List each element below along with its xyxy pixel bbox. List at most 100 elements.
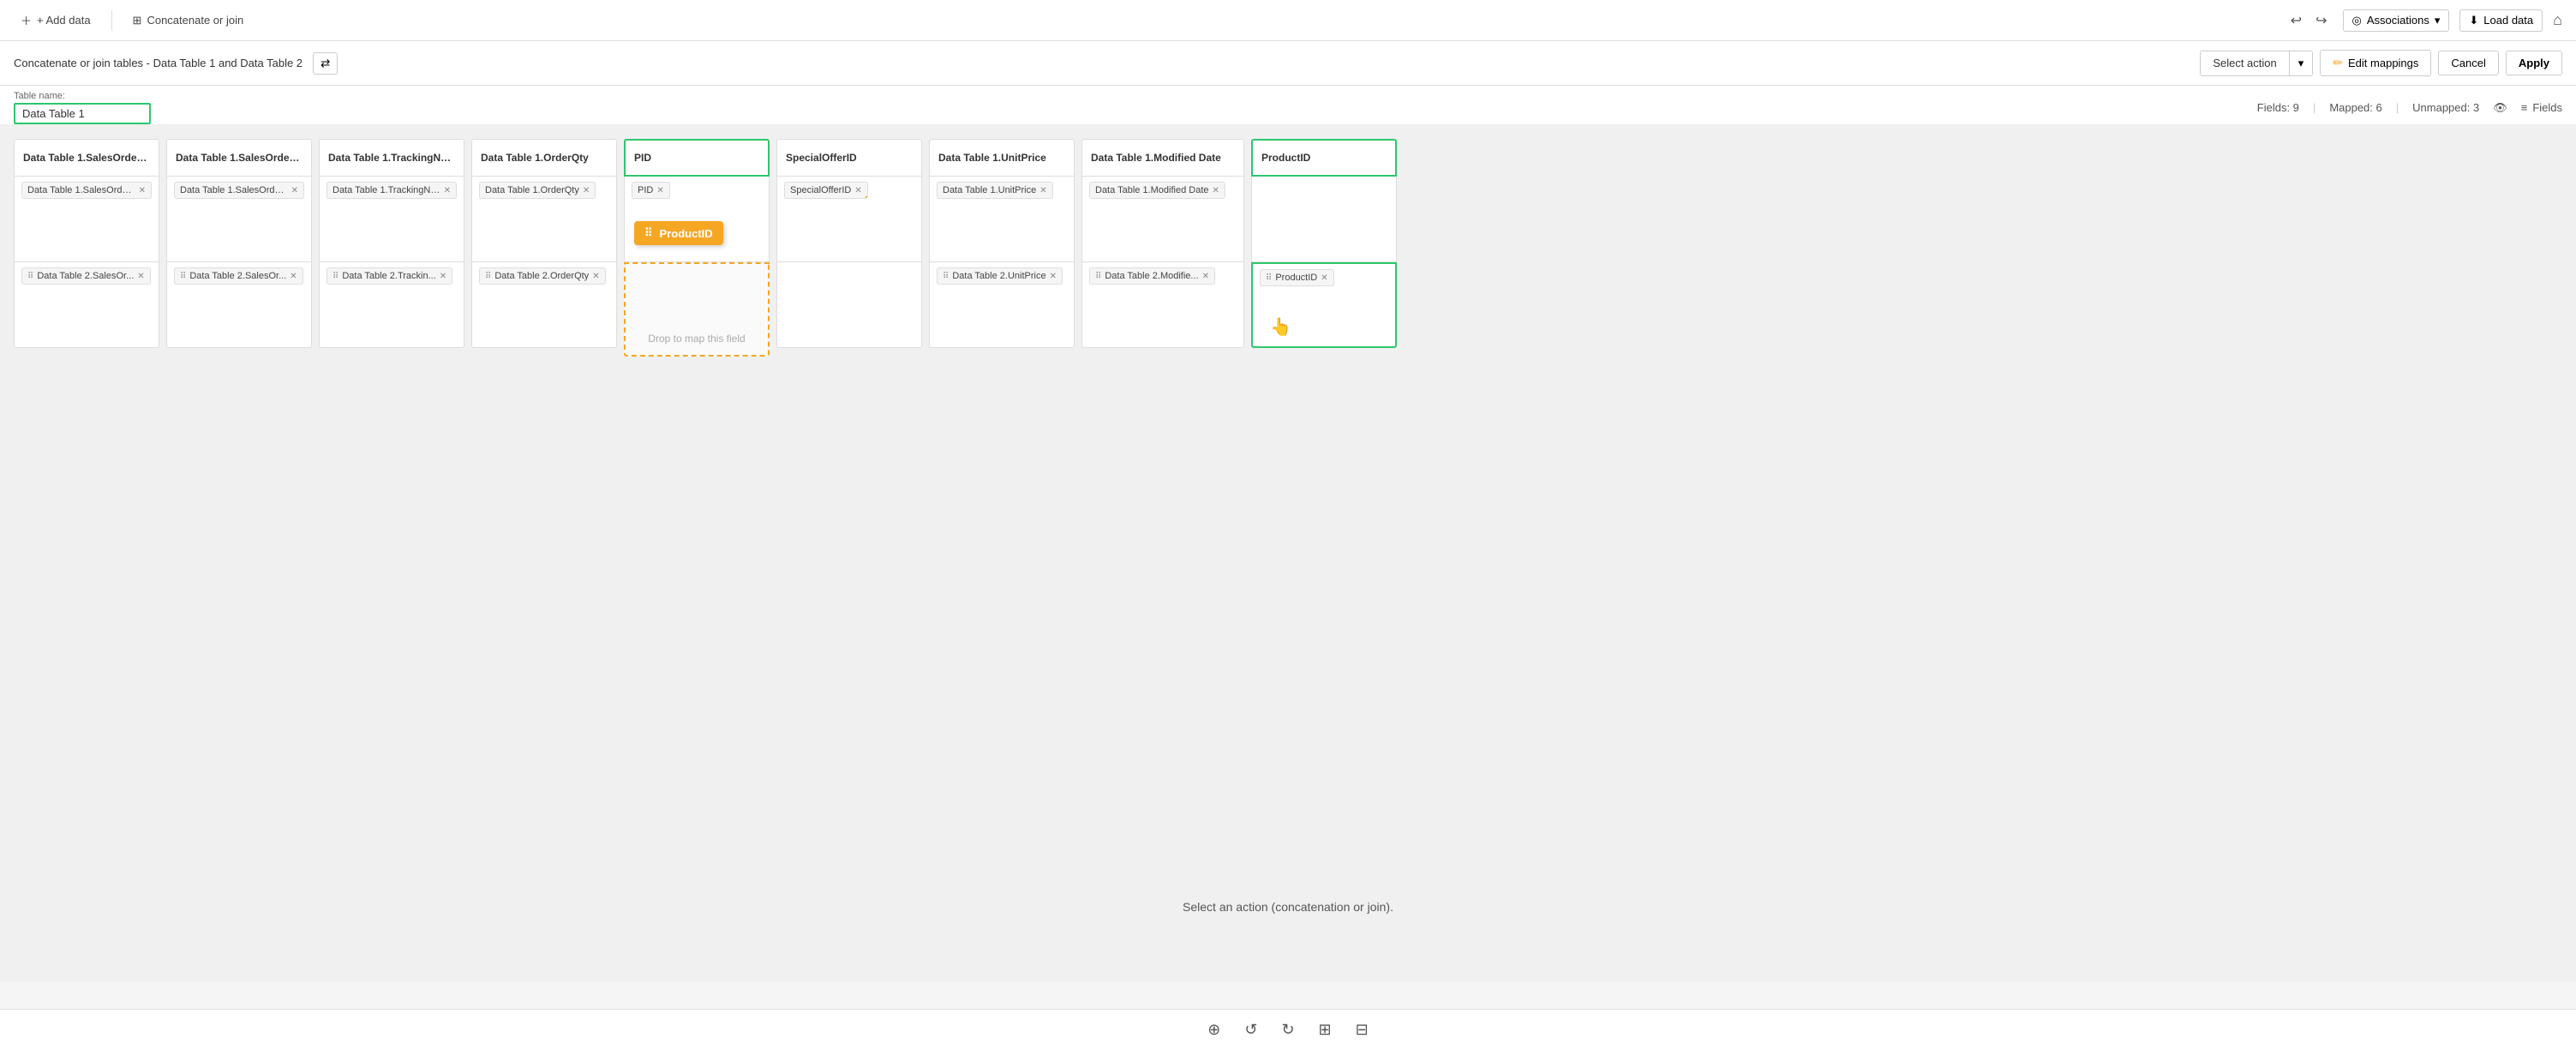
apply-button[interactable]: Apply (2506, 51, 2562, 75)
field-column-specialofferid: SpecialOfferID SpecialOfferID ✕ 👆 (776, 139, 922, 969)
drag-icon: ⠿ (1266, 273, 1272, 283)
concat-icon: ⊞ (133, 14, 142, 27)
row2-cell-trackingnumber: ⠿ Data Table 2.Trackin... ✕ (319, 262, 464, 348)
remove-tag-icon[interactable]: ✕ (1039, 186, 1046, 195)
tag-dt1-orderqty: Data Table 1.OrderQty ✕ (479, 182, 596, 199)
concat-join-label: Concatenate or join (147, 14, 243, 27)
fields-count: Fields: 9 (2257, 101, 2299, 114)
home-button[interactable]: ⌂ (2553, 11, 2562, 29)
row1-cell-trackingnumber: Data Table 1.TrackingNu... ✕ (319, 177, 464, 262)
bottom-minus-button[interactable]: ⊟ (1352, 1017, 1372, 1042)
field-column-salesorderid: Data Table 1.SalesOrderID Data Table 1.S… (14, 139, 159, 969)
undo-button[interactable]: ↩ (2285, 9, 2307, 33)
field-column-pid: PID PID ✕ ⠿ ProductID Drop to map this f… (624, 139, 770, 969)
field-column-productid: ProductID ⠿ ProductID ✕ 👆 (1251, 139, 1397, 969)
col-header-pid: PID (624, 139, 770, 177)
col-header-unitprice: Data Table 1.UnitPrice (929, 139, 1075, 177)
view-toggle-button[interactable]: 👁 (2493, 101, 2507, 115)
tag-dt2-salesorderdetailid: ⠿ Data Table 2.SalesOr... ✕ (174, 267, 303, 285)
col-header-text: SpecialOfferID (786, 152, 913, 164)
swap-icon: ⇄ (321, 57, 330, 69)
bottom-undo-button[interactable]: ↺ (1241, 1017, 1261, 1042)
undo-redo-group: ↩ ↪ (2285, 9, 2333, 33)
remove-tag-icon[interactable]: ✕ (583, 186, 590, 195)
col-header-text: ProductID (1261, 152, 1387, 164)
remove-tag-icon[interactable]: ✕ (440, 272, 446, 281)
remove-tag-icon[interactable]: ✕ (656, 186, 663, 195)
select-action-arrow[interactable]: ▾ (2289, 51, 2313, 75)
top-toolbar: ＋ + Add data ⊞ Concatenate or join ↩ ↪ ◎… (0, 0, 2576, 41)
fields-label: Fields (2532, 101, 2562, 114)
toolbar-right: ↩ ↪ ◎ Associations ▾ ⬇ Load data ⌂ (2285, 9, 2562, 33)
remove-tag-icon[interactable]: ✕ (444, 186, 451, 195)
drag-icon: ⠿ (180, 272, 186, 281)
tag-specialofferid: SpecialOfferID ✕ 👆 (784, 182, 868, 199)
row2-cell-unitprice: ⠿ Data Table 2.UnitPrice ✕ (929, 262, 1075, 348)
remove-tag-icon[interactable]: ✕ (291, 186, 298, 195)
bottom-redo-button[interactable]: ↻ (1278, 1017, 1297, 1042)
row2-cell-salesorderdetailid: ⠿ Data Table 2.SalesOr... ✕ (166, 262, 312, 348)
select-action-label: Select action (2201, 51, 2288, 75)
remove-tag-icon[interactable]: ✕ (290, 272, 297, 281)
col-header-text: Data Table 1.TrackingNumber (328, 152, 455, 164)
associations-button[interactable]: ◎ Associations ▾ (2343, 9, 2450, 32)
fields-view-button[interactable]: ≡ Fields (2521, 101, 2562, 114)
remove-tag-icon[interactable]: ✕ (139, 186, 146, 195)
row1-cell-modifieddate: Data Table 1.Modified Date ✕ (1081, 177, 1244, 262)
edit-mappings-button[interactable]: ✏ Edit mappings (2320, 50, 2431, 76)
header-bar: Concatenate or join tables - Data Table … (0, 41, 2576, 86)
row1-cell-salesorderdetailid: Data Table 1.SalesOrder... ✕ (166, 177, 312, 262)
tag-pid: PID ✕ (632, 182, 670, 199)
tag-dt2-trackingnumber: ⠿ Data Table 2.Trackin... ✕ (326, 267, 452, 285)
col-header-trackingnumber: Data Table 1.TrackingNumber (319, 139, 464, 177)
associations-label: Associations (2367, 14, 2429, 27)
col-header-productid: ProductID (1251, 139, 1397, 177)
table-name-label: Table name: (14, 91, 151, 101)
tag-dt1-modifieddate: Data Table 1.Modified Date ✕ (1089, 182, 1225, 199)
tag-productid: ⠿ ProductID ✕ (1260, 269, 1334, 286)
add-data-label: + Add data (37, 14, 91, 27)
col-header-text: PID (634, 152, 759, 164)
bottom-grid-button[interactable]: ⊞ (1315, 1017, 1335, 1042)
concat-join-button[interactable]: ⊞ Concatenate or join (126, 10, 251, 31)
load-data-button[interactable]: ⬇ Load data (2459, 9, 2543, 32)
row2-cell-salesorderid: ⠿ Data Table 2.SalesOr... ✕ (14, 262, 159, 348)
header-actions: Select action ▾ ✏ Edit mappings Cancel A… (2200, 50, 2562, 76)
col-header-salesorderid: Data Table 1.SalesOrderID (14, 139, 159, 177)
cancel-button[interactable]: Cancel (2438, 51, 2498, 75)
swap-button[interactable]: ⇄ (313, 52, 338, 75)
remove-tag-icon[interactable]: ✕ (1202, 272, 1209, 281)
drag-icon: ⠿ (27, 272, 33, 281)
drop-zone-text: Drop to map this field (648, 333, 745, 345)
load-data-label: Load data (2483, 14, 2533, 27)
cursor-pointer-icon: 👆 (863, 188, 867, 200)
unmapped-count: Unmapped: 3 (2412, 101, 2479, 114)
add-icon: ＋ (21, 12, 32, 28)
bottom-add-button[interactable]: ⊕ (1204, 1017, 1224, 1042)
redo-button[interactable]: ↪ (2310, 9, 2332, 33)
col-header-salesorderdetailid: Data Table 1.SalesOrderDetailID (166, 139, 312, 177)
field-column-orderqty: Data Table 1.OrderQty Data Table 1.Order… (471, 139, 617, 969)
remove-tag-icon[interactable]: ✕ (137, 272, 144, 281)
field-column-salesorderdetailid: Data Table 1.SalesOrderDetailID Data Tab… (166, 139, 312, 969)
eye-icon: 👁 (2493, 101, 2507, 115)
col-header-text: Data Table 1.OrderQty (481, 152, 608, 164)
col-header-text: Data Table 1.SalesOrderDetailID (176, 152, 303, 164)
remove-specialofferid-icon[interactable]: ✕ 👆 (854, 186, 861, 195)
add-data-button[interactable]: ＋ + Add data (14, 9, 98, 32)
remove-tag-icon[interactable]: ✕ (1321, 273, 1327, 283)
page-title: Concatenate or join tables - Data Table … (14, 57, 303, 69)
drag-icon: ⠿ (332, 272, 338, 281)
remove-tag-icon[interactable]: ✕ (1050, 272, 1057, 281)
status-bar: Select an action (concatenation or join)… (1183, 900, 1393, 914)
mapped-count: Mapped: 6 (2329, 101, 2381, 114)
row2-cell-pid-drop[interactable]: ⠿ ProductID Drop to map this field (624, 262, 770, 357)
remove-tag-icon[interactable]: ✕ (1213, 186, 1219, 195)
fields-stats-row: Fields: 9 | Mapped: 6 | Unmapped: 3 👁 ≡ … (2257, 101, 2562, 115)
col-header-text: Data Table 1.Modified Date (1091, 152, 1235, 164)
remove-tag-icon[interactable]: ✕ (592, 272, 599, 281)
col-header-orderqty: Data Table 1.OrderQty (471, 139, 617, 177)
table-name-input[interactable] (14, 103, 151, 124)
tag-dt1-trackingnumber: Data Table 1.TrackingNu... ✕ (326, 182, 457, 199)
tag-dt1-salesorderdetailid: Data Table 1.SalesOrder... ✕ (174, 182, 304, 199)
